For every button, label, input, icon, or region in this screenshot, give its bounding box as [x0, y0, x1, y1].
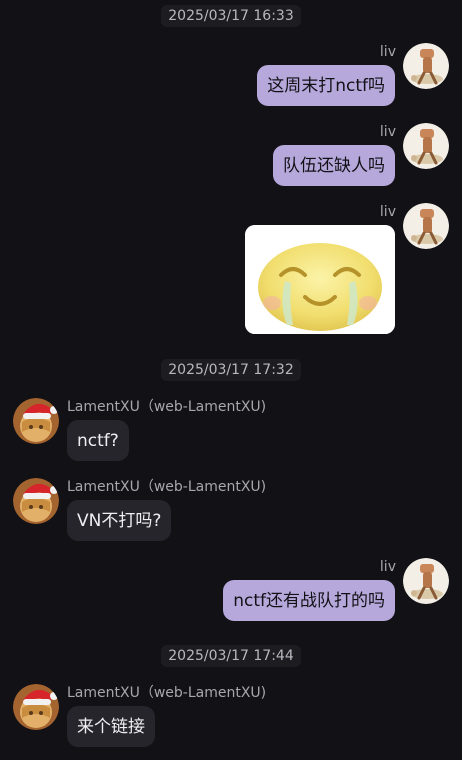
walking-figure-avatar-icon: [403, 558, 449, 604]
message-bubble-incoming[interactable]: nctf?: [67, 420, 129, 461]
other-avatar[interactable]: [13, 398, 59, 444]
other-avatar[interactable]: [13, 684, 59, 730]
walking-figure-avatar-icon: [403, 203, 449, 249]
chat-area[interactable]: 2025/03/17 16:33 liv 这周末打nctf吗 liv 队伍还缺人…: [0, 0, 462, 760]
message-bubble-outgoing[interactable]: 这周末打nctf吗: [257, 65, 395, 106]
sender-name: LamentXU（web-LamentXU): [67, 479, 267, 495]
self-avatar[interactable]: [403, 558, 449, 604]
sender-name: liv: [379, 44, 396, 60]
walking-figure-avatar-icon: [403, 123, 449, 169]
self-avatar[interactable]: [403, 123, 449, 169]
self-avatar[interactable]: [403, 203, 449, 249]
sticker-message[interactable]: [245, 225, 395, 334]
message-text: VN不打吗?: [77, 511, 162, 531]
message-text: 来个链接: [77, 717, 145, 737]
timestamp-text: 2025/03/17 16:33: [161, 5, 301, 27]
santa-hat-anime-avatar-icon: [13, 398, 59, 444]
sender-name: LamentXU（web-LamentXU): [67, 685, 267, 701]
other-avatar[interactable]: [13, 478, 59, 524]
message-text: 这周末打nctf吗: [267, 76, 385, 96]
sender-name: liv: [379, 204, 396, 220]
santa-hat-anime-avatar-icon: [13, 684, 59, 730]
timestamp-text: 2025/03/17 17:32: [161, 359, 301, 381]
message-bubble-incoming[interactable]: 来个链接: [67, 706, 155, 747]
sender-name: liv: [379, 559, 396, 575]
sender-name: liv: [379, 124, 396, 140]
message-bubble-outgoing[interactable]: 队伍还缺人吗: [273, 145, 395, 186]
timestamp: 2025/03/17 17:32: [0, 358, 462, 382]
santa-hat-anime-avatar-icon: [13, 478, 59, 524]
message-bubble-incoming[interactable]: VN不打吗?: [67, 500, 172, 541]
timestamp-text: 2025/03/17 17:44: [161, 645, 301, 667]
message-text: nctf还有战队打的吗: [233, 591, 385, 611]
timestamp: 2025/03/17 16:33: [0, 4, 462, 28]
message-text: nctf?: [77, 431, 119, 451]
walking-figure-avatar-icon: [403, 43, 449, 89]
message-text: 队伍还缺人吗: [283, 156, 385, 176]
timestamp: 2025/03/17 17:44: [0, 644, 462, 668]
self-avatar[interactable]: [403, 43, 449, 89]
crying-laughing-emoji-icon: [245, 225, 395, 334]
sender-name: LamentXU（web-LamentXU): [67, 399, 267, 415]
message-bubble-outgoing[interactable]: nctf还有战队打的吗: [223, 580, 395, 621]
